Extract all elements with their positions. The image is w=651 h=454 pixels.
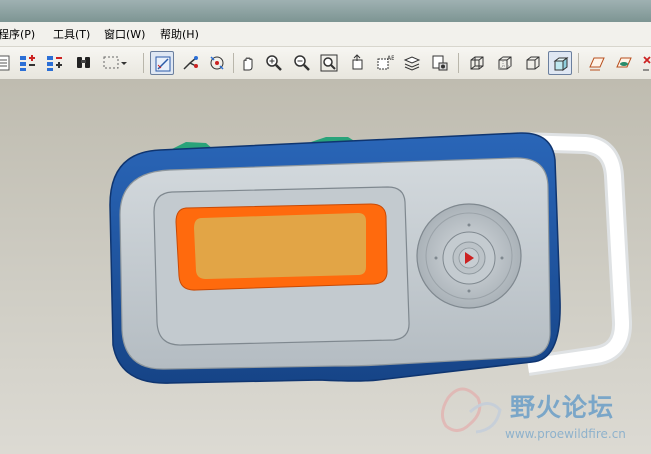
layers-icon [403, 56, 421, 71]
layers-button[interactable] [400, 51, 424, 75]
refit-icon [320, 54, 338, 72]
toolbar-separator [578, 53, 579, 73]
svg-text:AB: AB [387, 55, 394, 62]
menu-bar: 程序(P) 工具(T) 窗口(W) 帮助(H) [0, 22, 651, 47]
view-manager-button[interactable] [428, 51, 452, 75]
reorient-icon [352, 54, 363, 70]
selection-box-icon [103, 56, 127, 69]
datum-plane-display-button[interactable] [612, 51, 636, 75]
hidden-line-button[interactable] [493, 51, 517, 75]
menu-applications[interactable]: 程序(P) [0, 26, 35, 42]
hidden-line-icon [498, 56, 512, 70]
datum-axis-button[interactable] [178, 51, 202, 75]
close-toolbar-button[interactable] [638, 51, 651, 75]
spin-center-icon [210, 56, 224, 70]
layer-up-button[interactable] [16, 51, 40, 75]
spin-center-button[interactable] [205, 51, 229, 75]
model-tree-button[interactable] [0, 51, 16, 75]
reorient-button[interactable] [346, 51, 370, 75]
zoom-out-button[interactable] [290, 51, 314, 75]
menu-tools[interactable]: 工具(T) [53, 26, 90, 42]
pan-hand-icon [243, 57, 253, 71]
saved-views-button[interactable]: AB [373, 51, 397, 75]
zoom-in-button[interactable] [262, 51, 286, 75]
binoculars-icon [77, 57, 90, 68]
datum-plane-display-icon [616, 57, 632, 68]
layer-up-icon [20, 55, 35, 71]
toolbar-separator [233, 53, 234, 73]
zoom-out-icon [294, 55, 310, 71]
refit-button[interactable] [317, 51, 341, 75]
saved-views-icon: AB [377, 55, 394, 70]
no-hidden-button[interactable] [521, 51, 545, 75]
watermark-logo [441, 387, 502, 434]
shading-icon [553, 57, 569, 71]
menu-help[interactable]: 帮助(H) [160, 26, 199, 42]
datum-plane-icon [589, 57, 605, 71]
window-title-bar [0, 0, 651, 22]
pan-button[interactable] [236, 51, 260, 75]
zoom-in-icon [266, 55, 282, 71]
view-manager-icon [432, 55, 448, 71]
layer-down-button[interactable] [43, 51, 67, 75]
no-hidden-icon [526, 56, 540, 70]
toolbar: AB [0, 47, 651, 80]
datum-axis-icon [183, 56, 198, 70]
toolbar-separator [458, 53, 459, 73]
display-inner [194, 213, 366, 279]
close-icon [643, 56, 651, 71]
menu-window[interactable]: 窗口(W) [104, 26, 145, 42]
watermark-title: 野火论坛 [510, 393, 615, 422]
sketch-view-button[interactable] [150, 51, 174, 75]
watermark-url: www.proewildfire.cn [505, 427, 626, 441]
selection-filter-button[interactable] [100, 51, 130, 75]
toolbar-separator [143, 53, 144, 73]
layer-down-icon [47, 56, 62, 71]
graphics-window[interactable]: 野火论坛 www.proewildfire.cn [0, 80, 651, 454]
shading-button[interactable] [548, 51, 572, 75]
sketch-view-icon [155, 56, 171, 72]
wireframe-button[interactable] [465, 51, 489, 75]
wireframe-icon [470, 56, 484, 70]
datum-plane-button[interactable] [585, 51, 609, 75]
find-button[interactable] [72, 51, 96, 75]
model-tree-icon [0, 55, 10, 71]
